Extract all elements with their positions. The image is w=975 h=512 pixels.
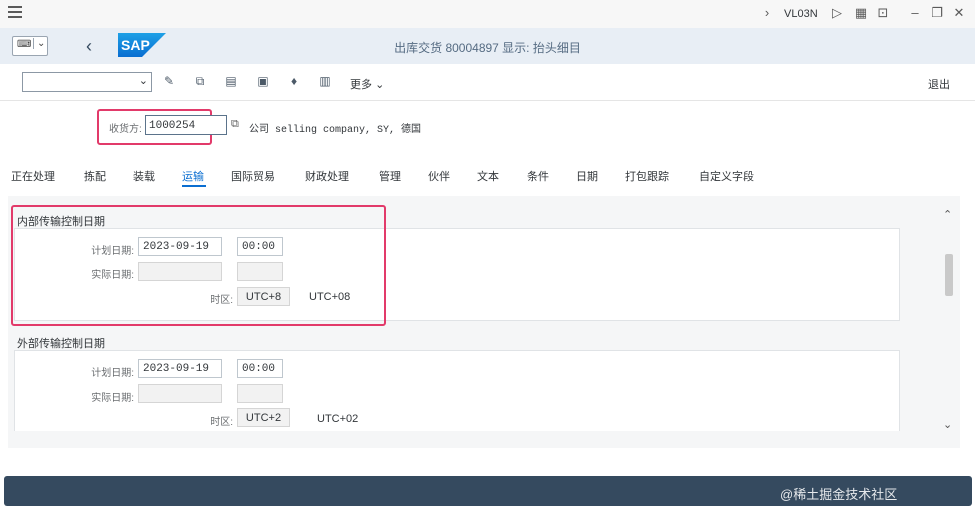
minimize-icon[interactable]: – — [908, 6, 922, 20]
highlight-inner-group — [11, 205, 386, 326]
partner-description: 公司 selling company, SY, 德国 — [249, 125, 422, 136]
more-menu[interactable]: 更多 ⌄ — [350, 76, 384, 92]
value-help-icon[interactable]: ⧉ — [231, 118, 239, 131]
outer-planned-time[interactable]: 00:00 — [237, 359, 283, 378]
outer-planned-date[interactable]: 2023-09-19 — [138, 359, 222, 378]
tab-loading[interactable]: 装载 — [133, 168, 155, 184]
outer-actual-label: 实际日期: — [91, 393, 134, 404]
tab-partners[interactable]: 伙伴 — [428, 168, 450, 184]
transaction-code[interactable]: VL03N — [784, 8, 818, 20]
exit-button[interactable]: 退出 — [928, 76, 950, 92]
chevron-down-icon: ⌄ — [138, 75, 148, 87]
outer-actual-time — [237, 384, 283, 403]
edit-icon[interactable]: ✎ — [162, 74, 176, 88]
outer-planned-label: 计划日期: — [91, 368, 134, 379]
page-title: 出库交货 80004897 显示: 抬头细目 — [394, 41, 581, 55]
tab-dates[interactable]: 日期 — [576, 168, 598, 184]
outer-tz-code[interactable]: UTC+2 — [237, 408, 290, 427]
document-icon[interactable]: ▤ — [224, 74, 238, 88]
menu-icon[interactable] — [8, 6, 22, 20]
layout-icon[interactable]: ▦ — [854, 6, 868, 20]
maximize-icon[interactable]: ❐ — [930, 6, 944, 20]
execute-icon[interactable]: ▷ — [830, 6, 844, 20]
partner-label: 收货方: — [109, 124, 142, 135]
scrollbar-thumb[interactable] — [945, 254, 953, 296]
lock-icon[interactable]: ⊡ — [876, 6, 890, 20]
watermark: @稀土掘金技术社区 — [780, 487, 898, 502]
tab-conditions[interactable]: 条件 — [527, 168, 549, 184]
active-tab-indicator — [182, 185, 206, 187]
scroll-down-icon[interactable]: ⌄ — [943, 418, 952, 431]
tab-administration[interactable]: 管理 — [379, 168, 401, 184]
tab-picking[interactable]: 拣配 — [84, 168, 106, 184]
chevron-right-icon[interactable]: › — [760, 6, 774, 20]
copy-icon[interactable]: ⧉ — [193, 74, 207, 88]
tab-transport[interactable]: 运输 — [182, 168, 204, 184]
tab-financial[interactable]: 财政处理 — [305, 168, 349, 184]
save-icon[interactable]: ▥ — [318, 74, 332, 88]
tab-custom-fields[interactable]: 自定义字段 — [699, 168, 754, 184]
system-bar — [0, 0, 975, 29]
close-icon[interactable]: ✕ — [952, 6, 966, 20]
tab-processing[interactable]: 正在处理 — [11, 168, 55, 184]
outer-tz-label: 时区: — [210, 417, 233, 428]
tab-packing-tracking[interactable]: 打包跟踪 — [625, 168, 669, 184]
outer-group-title: 外部传输控制日期 — [17, 338, 105, 350]
partner-input[interactable]: 1000254 — [145, 115, 227, 135]
outer-tz-name: UTC+02 — [317, 413, 359, 425]
chevron-down-icon: ⌄ — [375, 79, 385, 91]
tab-foreign-trade[interactable]: 国际贸易 — [231, 168, 275, 184]
image-icon[interactable]: ▣ — [256, 74, 270, 88]
toolbar-dropdown[interactable]: ⌄ — [22, 72, 152, 92]
scroll-up-icon[interactable]: ⌃ — [943, 208, 952, 221]
hat-icon[interactable]: ♦ — [287, 74, 301, 88]
tab-texts[interactable]: 文本 — [477, 168, 499, 184]
outer-actual-date — [138, 384, 222, 403]
